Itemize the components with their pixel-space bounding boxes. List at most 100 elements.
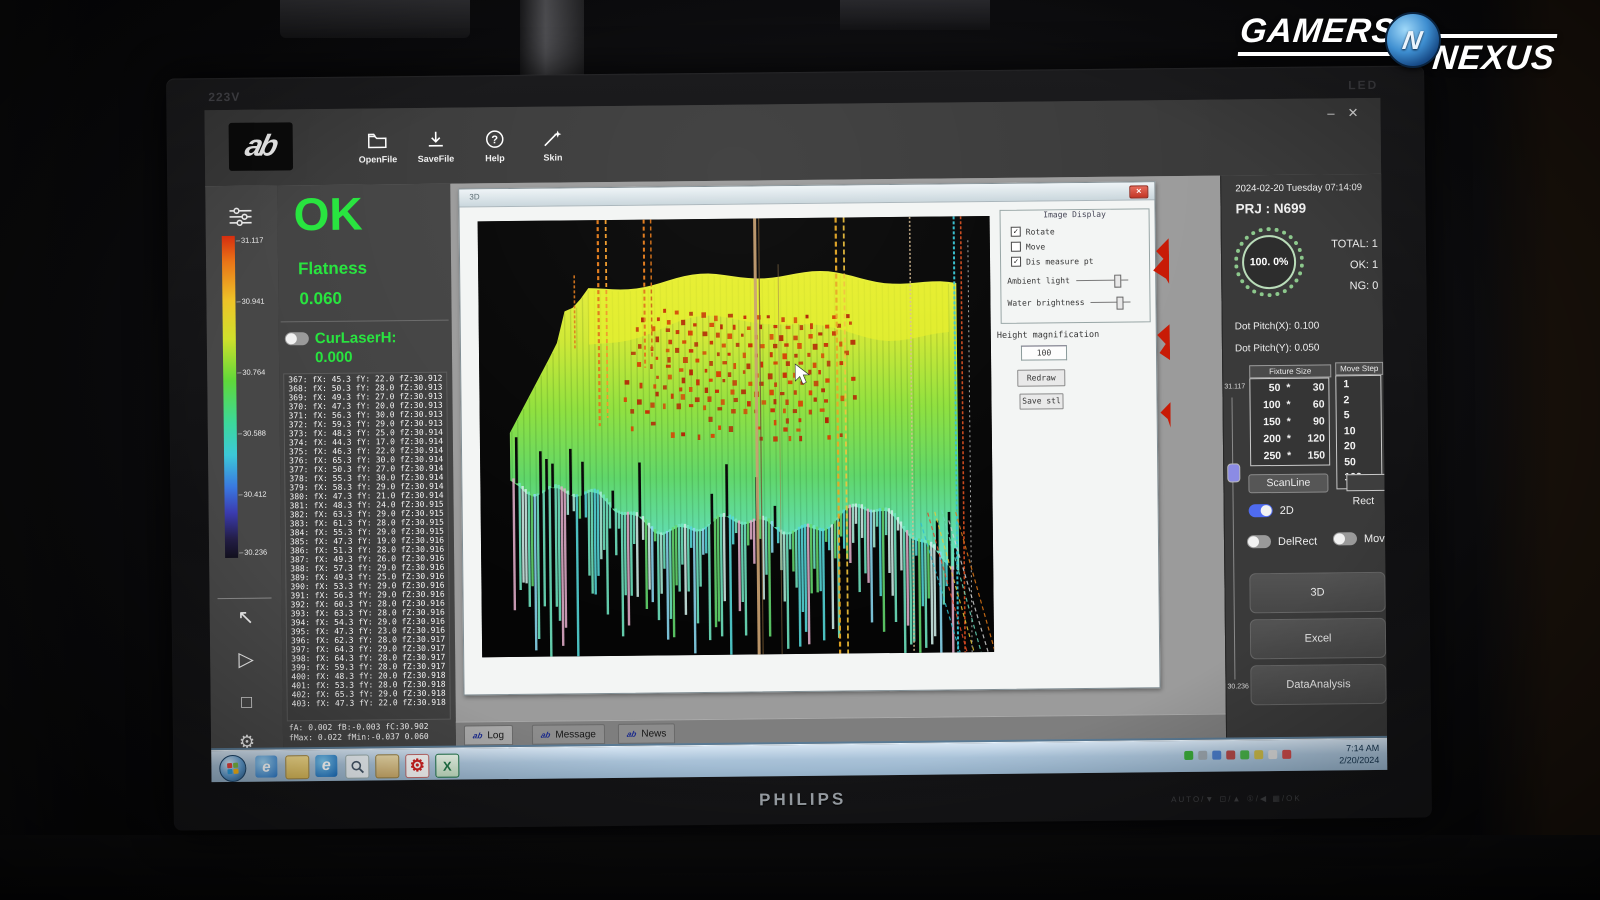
tray-icon-alert[interactable] [1282, 750, 1291, 759]
tray-icon-update[interactable] [1240, 750, 1249, 759]
dis-measure-checkbox[interactable]: ✓ [1011, 257, 1021, 267]
scale-top-label: 31.117 [1224, 383, 1245, 390]
mdi-workspace: 3D ✕ Image Display ✓ Rotate Move [450, 176, 1226, 746]
fixture-size-row[interactable]: 250*150 [1251, 447, 1329, 465]
close-button[interactable]: ✕ [1348, 106, 1359, 119]
move-step-item[interactable]: 20 [1344, 439, 1381, 455]
colorbar-tick: 30.412 [238, 490, 266, 499]
excel-button[interactable]: Excel [1250, 618, 1386, 659]
viewer-close-icon[interactable]: ✕ [1129, 185, 1148, 198]
height-magnification-input[interactable] [1021, 345, 1067, 360]
minimize-button[interactable]: – [1327, 106, 1334, 119]
fit-coefficients: fA: 0.002 fB:-0.003 fC:30.902 [289, 722, 429, 732]
monitor-osd-buttons[interactable]: AUTO/▼ ⊡/▲ ①/◀ ▦/OK [1171, 794, 1302, 804]
taskbar-icon-folder[interactable] [285, 755, 309, 779]
taskbar-icon-search[interactable] [345, 755, 369, 779]
dot-pitch-x: Dot Pitch(X): 0.100 [1235, 321, 1320, 333]
flatness-label: Flatness [298, 259, 367, 280]
adjust-sliders-icon[interactable] [227, 206, 253, 228]
move-checkbox-row[interactable]: Move [1011, 241, 1045, 251]
tab-logo-icon: ab [540, 730, 551, 739]
redraw-button[interactable]: Redraw [1017, 369, 1065, 387]
taskbar-icon-documents[interactable] [375, 754, 399, 778]
tray-icon-volume[interactable] [1268, 750, 1277, 759]
tray-icon-device[interactable] [1198, 751, 1207, 760]
move-step-item[interactable]: 50 [1344, 454, 1381, 470]
bench-hinge [840, 0, 990, 30]
tab-message[interactable]: ab Message [532, 724, 605, 745]
taskbar-icon-internet-explorer[interactable]: e [255, 755, 277, 777]
red-spike-artifact [1156, 324, 1170, 360]
3d-button[interactable]: 3D [1249, 572, 1385, 613]
tray-icon-check[interactable] [1184, 751, 1193, 760]
scanline-button[interactable]: ScanLine [1248, 473, 1328, 493]
background-desk [0, 835, 1600, 900]
move-step-item[interactable]: 10 [1344, 423, 1381, 439]
height-range-slider[interactable] [1231, 397, 1235, 679]
tab-log[interactable]: ab Log [464, 725, 513, 746]
help-button[interactable]: ? Help [466, 129, 524, 164]
rotate-checkbox-row[interactable]: ✓ Rotate [1011, 226, 1055, 236]
rotate-checkbox[interactable]: ✓ [1011, 227, 1021, 237]
watermark-nexus: NEXUS [1431, 34, 1558, 78]
scale-bottom-label: 30.236 [1227, 683, 1248, 690]
tray-icon-network[interactable] [1254, 750, 1263, 759]
fixture-size-list[interactable]: 50*30100*60150*90200*120250*150 [1249, 377, 1330, 466]
dis-measure-checkbox-row[interactable]: ✓ Dis measure pt [1011, 256, 1094, 267]
save-download-icon [425, 130, 447, 150]
dot-pitch-y: Dot Pitch(Y): 0.050 [1235, 343, 1320, 355]
tab-news[interactable]: ab News [618, 723, 676, 744]
mov-toggle[interactable] [1333, 532, 1357, 545]
background-shadow-left [0, 0, 90, 900]
water-brightness-label: Water brightness [1007, 298, 1084, 308]
move-step-list[interactable]: 125102050100 [1335, 375, 1382, 489]
taskbar-icon-edge[interactable]: e [315, 755, 337, 777]
colorbar-tick: 30.764 [237, 368, 265, 377]
save-stl-button[interactable]: Save stl [1019, 393, 1063, 409]
rect-input-box[interactable] [1346, 474, 1387, 491]
dataanalysis-button[interactable]: DataAnalysis [1250, 664, 1386, 705]
stop-square-icon[interactable]: □ [211, 691, 283, 712]
magnifier-icon [350, 760, 364, 774]
taskbar-icon-gear-app[interactable]: ⚙ [405, 754, 429, 778]
minmax-line: fMax: 0.022 fMin:-0.037 0.060 [289, 732, 429, 742]
pointer-tool-icon[interactable]: ↖ [210, 607, 282, 628]
skin-button[interactable]: Skin [524, 128, 582, 163]
result-status: OK [293, 187, 363, 242]
move-step-item[interactable]: 5 [1344, 408, 1381, 424]
app-toolbar: ab OpenFile SaveFile ? [204, 98, 1381, 187]
delrect-toggle[interactable] [1247, 535, 1271, 548]
curlaser-value: 0.000 [315, 349, 353, 366]
taskbar-icon-excel[interactable]: X [435, 754, 459, 778]
start-button[interactable] [219, 755, 246, 782]
savefile-button[interactable]: SaveFile [407, 129, 465, 164]
openfile-button[interactable]: OpenFile [349, 130, 407, 165]
tray-icon-display[interactable] [1212, 751, 1221, 760]
height-magnification-label: Height magnification [997, 330, 1099, 341]
total-count: TOTAL: 1 [1308, 234, 1378, 256]
gamersnexus-watermark: GAMERS N NEXUS [1240, 12, 1555, 78]
fixture-size-row[interactable]: 50*30 [1250, 379, 1328, 397]
image-display-group: Image Display ✓ Rotate Move ✓ Dis measur… [1000, 208, 1151, 324]
curlaser-toggle[interactable] [285, 332, 309, 345]
play-start-icon[interactable]: ▷ [210, 649, 282, 670]
monitor-led-label: LED [1348, 78, 1378, 92]
slider-handle[interactable] [1227, 463, 1240, 482]
taskbar-clock[interactable]: 7:14 AM 2/20/2024 [1297, 742, 1379, 767]
move-step-item[interactable]: 1 [1343, 377, 1380, 393]
surface-plot-3d[interactable] [478, 216, 995, 657]
viewer-window: 3D ✕ Image Display ✓ Rotate Move [458, 181, 1160, 695]
fixture-size-row[interactable]: 150*90 [1251, 413, 1329, 431]
water-brightness-slider[interactable] [1091, 302, 1131, 303]
move-step-item[interactable]: 2 [1343, 392, 1380, 408]
fixture-size-row[interactable]: 100*60 [1250, 396, 1328, 414]
colorbar-tick: 31.117 [236, 236, 264, 245]
ambient-light-slider[interactable] [1076, 280, 1128, 282]
help-question-icon: ? [484, 129, 506, 149]
log-list[interactable]: 367: fX: 45.3 fY: 22.0 fZ:30.912368: fX:… [283, 372, 451, 722]
tray-icon-audio[interactable] [1226, 750, 1235, 759]
fixture-size-row[interactable]: 200*120 [1251, 430, 1329, 448]
2d-toggle[interactable] [1249, 504, 1273, 517]
move-checkbox[interactable] [1011, 242, 1021, 252]
open-folder-icon [367, 130, 389, 150]
